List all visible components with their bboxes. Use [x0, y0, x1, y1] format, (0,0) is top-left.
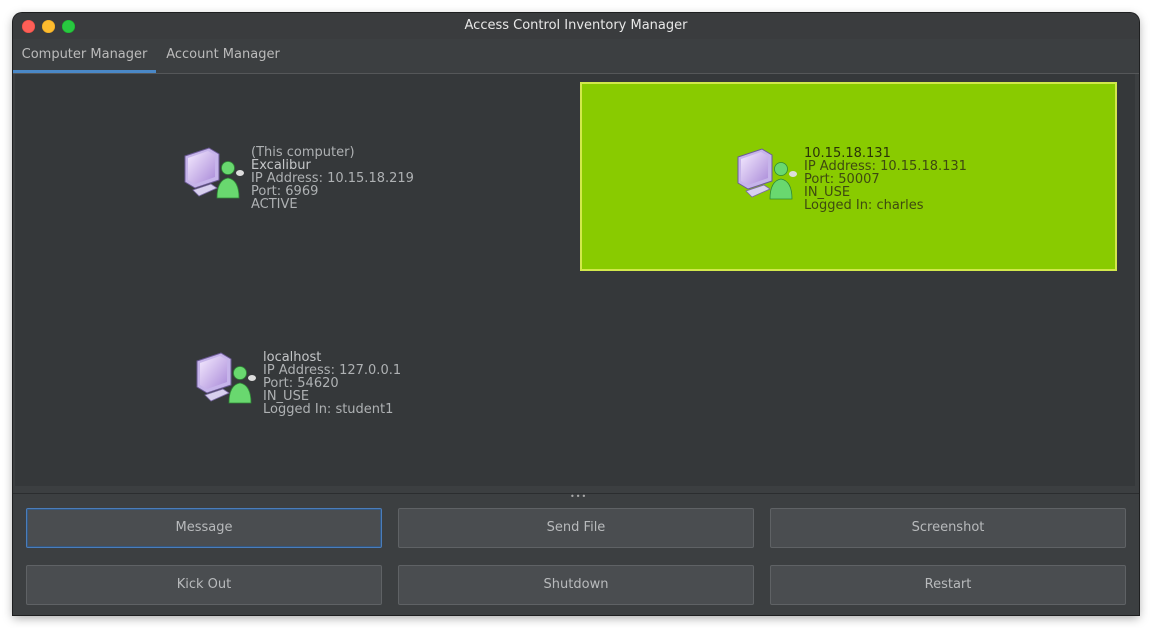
message-button[interactable]: Message [26, 508, 382, 548]
split-grip-icon[interactable]: ••• [570, 493, 586, 501]
computer-user-icon [737, 148, 797, 200]
computer-logged-in: Logged In: student1 [263, 402, 394, 417]
tab-computer-manager[interactable]: Computer Manager [13, 39, 156, 73]
screenshot-button[interactable]: Screenshot [770, 508, 1126, 548]
window-title: Access Control Inventory Manager [464, 18, 688, 33]
restart-button[interactable]: Restart [770, 565, 1126, 605]
computer-user-icon [196, 352, 256, 404]
computer-status: ACTIVE [251, 197, 298, 212]
computer-info: 10.15.18.131 IP Address: 10.15.18.131 Po… [804, 147, 967, 212]
computer-logged-in: Logged In: charles [804, 198, 924, 213]
app-window: Access Control Inventory Manager Compute… [13, 13, 1139, 615]
tab-bar: Computer Manager Account Manager [13, 39, 1139, 74]
title-bar[interactable]: Access Control Inventory Manager [13, 13, 1139, 39]
computer-info: localhost IP Address: 127.0.0.1 Port: 54… [263, 351, 401, 416]
computer-node-localhost[interactable]: localhost IP Address: 127.0.0.1 Port: 54… [193, 345, 523, 416]
send-file-button[interactable]: Send File [398, 508, 754, 548]
computer-node-10-15-18-131[interactable]: 10.15.18.131 IP Address: 10.15.18.131 Po… [580, 82, 1117, 271]
tab-account-manager[interactable]: Account Manager [156, 39, 290, 71]
computer-user-icon [184, 147, 244, 199]
shutdown-button[interactable]: Shutdown [398, 565, 754, 605]
computer-node-excalibur[interactable]: (This computer) Excalibur IP Address: 10… [181, 140, 511, 211]
computer-grid: (This computer) Excalibur IP Address: 10… [15, 74, 1135, 486]
computer-info: (This computer) Excalibur IP Address: 10… [251, 146, 414, 211]
kick-out-button[interactable]: Kick Out [26, 565, 382, 605]
